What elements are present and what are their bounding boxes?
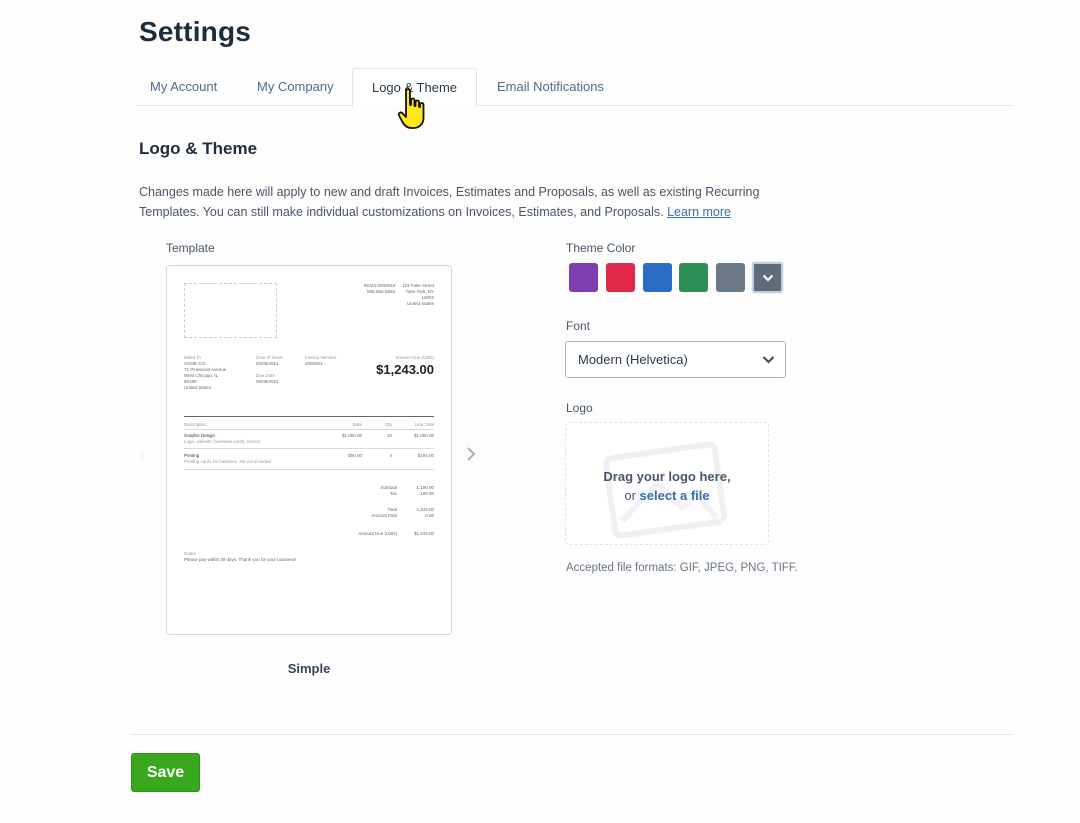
tab-my-company[interactable]: My Company: [243, 68, 348, 106]
invoice-item: Graphic Design Logo, website, business c…: [184, 433, 261, 444]
chevron-down-icon: [762, 356, 775, 364]
theme-color-blue[interactable]: [643, 263, 672, 292]
dropzone-or-text: or: [624, 488, 636, 503]
col-qty: Qty: [384, 422, 392, 427]
learn-more-link[interactable]: Learn more: [667, 205, 731, 219]
invoice-header-number: INV24-0000048 555-555-5555: [363, 283, 395, 294]
template-label: Template: [166, 241, 215, 255]
section-description: Changes made here will apply to new and …: [139, 182, 809, 222]
col-total: Line Total: [414, 422, 434, 427]
invoice-item-rate: $50.00: [348, 453, 362, 458]
theme-color-gray[interactable]: [716, 263, 745, 292]
invoice-item-qty: 4: [389, 453, 392, 458]
invoice-row-rule: [184, 469, 434, 470]
template-next-arrow[interactable]: [466, 446, 476, 467]
theme-color-purple[interactable]: [569, 263, 598, 292]
page-title: Settings: [139, 16, 252, 47]
theme-color-green[interactable]: [679, 263, 708, 292]
font-select[interactable]: Modern (Helvetica): [565, 341, 786, 378]
invoice-logo-placeholder: [184, 283, 277, 338]
invoice-amount-label: Amount Due (USD): [395, 355, 434, 360]
chevron-right-icon: [467, 447, 476, 461]
invoice-notes: Notes Please pay within 30 days. Thank y…: [184, 551, 297, 562]
invoice-item-total: $1,000.00: [413, 433, 434, 438]
invoice-item-rate: $1,000.00: [341, 433, 362, 438]
tab-my-account[interactable]: My Account: [136, 68, 231, 106]
settings-tabs: My Account My Company Logo & Theme Email…: [136, 68, 1012, 107]
section-title: Logo & Theme: [139, 139, 258, 158]
template-prev-arrow[interactable]: ‹: [140, 446, 146, 467]
col-rate: Rate: [352, 422, 362, 427]
template-preview[interactable]: INV24-0000048 555-555-5555 123 Fake Stre…: [166, 265, 452, 635]
footer-divider: [130, 734, 1012, 735]
invoice-item-qty: 10: [386, 433, 392, 438]
theme-color-red[interactable]: [606, 263, 635, 292]
accepted-formats: Accepted file formats: GIF, JPEG, PNG, T…: [566, 562, 798, 574]
logo-dropzone[interactable]: Drag your logo here, or select a file: [565, 422, 769, 545]
font-label: Font: [566, 319, 591, 333]
theme-color-label: Theme Color: [566, 241, 636, 255]
select-file-link[interactable]: select a file: [640, 488, 710, 503]
template-name: Simple: [287, 661, 331, 676]
hand-cursor-icon: [398, 88, 425, 129]
tab-email-notifications[interactable]: Email Notifications: [483, 68, 618, 106]
dropzone-drag-text: Drag your logo here,: [603, 469, 731, 484]
invoice-amount-due: $1,243.00: [376, 362, 434, 377]
invoice-due-label: Amount Due (USD): [358, 531, 397, 536]
invoice-dates: Date of Issue 02/05/2021 Due Date 06/05/…: [256, 355, 283, 384]
invoice-billed-to: Billed To ACME CO. 71 Pinewood Avenue We…: [184, 355, 227, 390]
invoice-row-rule: [184, 448, 434, 449]
save-button[interactable]: Save: [131, 753, 200, 792]
invoice-item: Printing Printing cards for business, in…: [184, 453, 271, 464]
invoice-total-labels: Total Amount Paid: [371, 507, 397, 518]
invoice-total-values: 1,243.00 0.00: [416, 507, 434, 518]
invoice-table-rule: [184, 429, 434, 430]
col-description: Description: [184, 422, 207, 427]
invoice-subtotal-values: 1,190.00 105.00: [416, 485, 434, 496]
invoice-divider: [184, 416, 434, 417]
invoice-due-value: $1,243.00: [413, 531, 434, 536]
logo-label: Logo: [566, 401, 593, 415]
chevron-down-icon: [762, 274, 773, 282]
font-select-value: Modern (Helvetica): [578, 352, 688, 367]
invoice-number: Invoice Number 0000001: [305, 355, 337, 366]
invoice-subtotal-labels: Subtotal Tax: [380, 485, 397, 496]
invoice-item-total: $184.00: [417, 453, 434, 458]
invoice-header-address: 123 Fake Street New York, NY 10003 Unite…: [401, 283, 434, 306]
theme-color-dropdown[interactable]: [752, 262, 783, 293]
